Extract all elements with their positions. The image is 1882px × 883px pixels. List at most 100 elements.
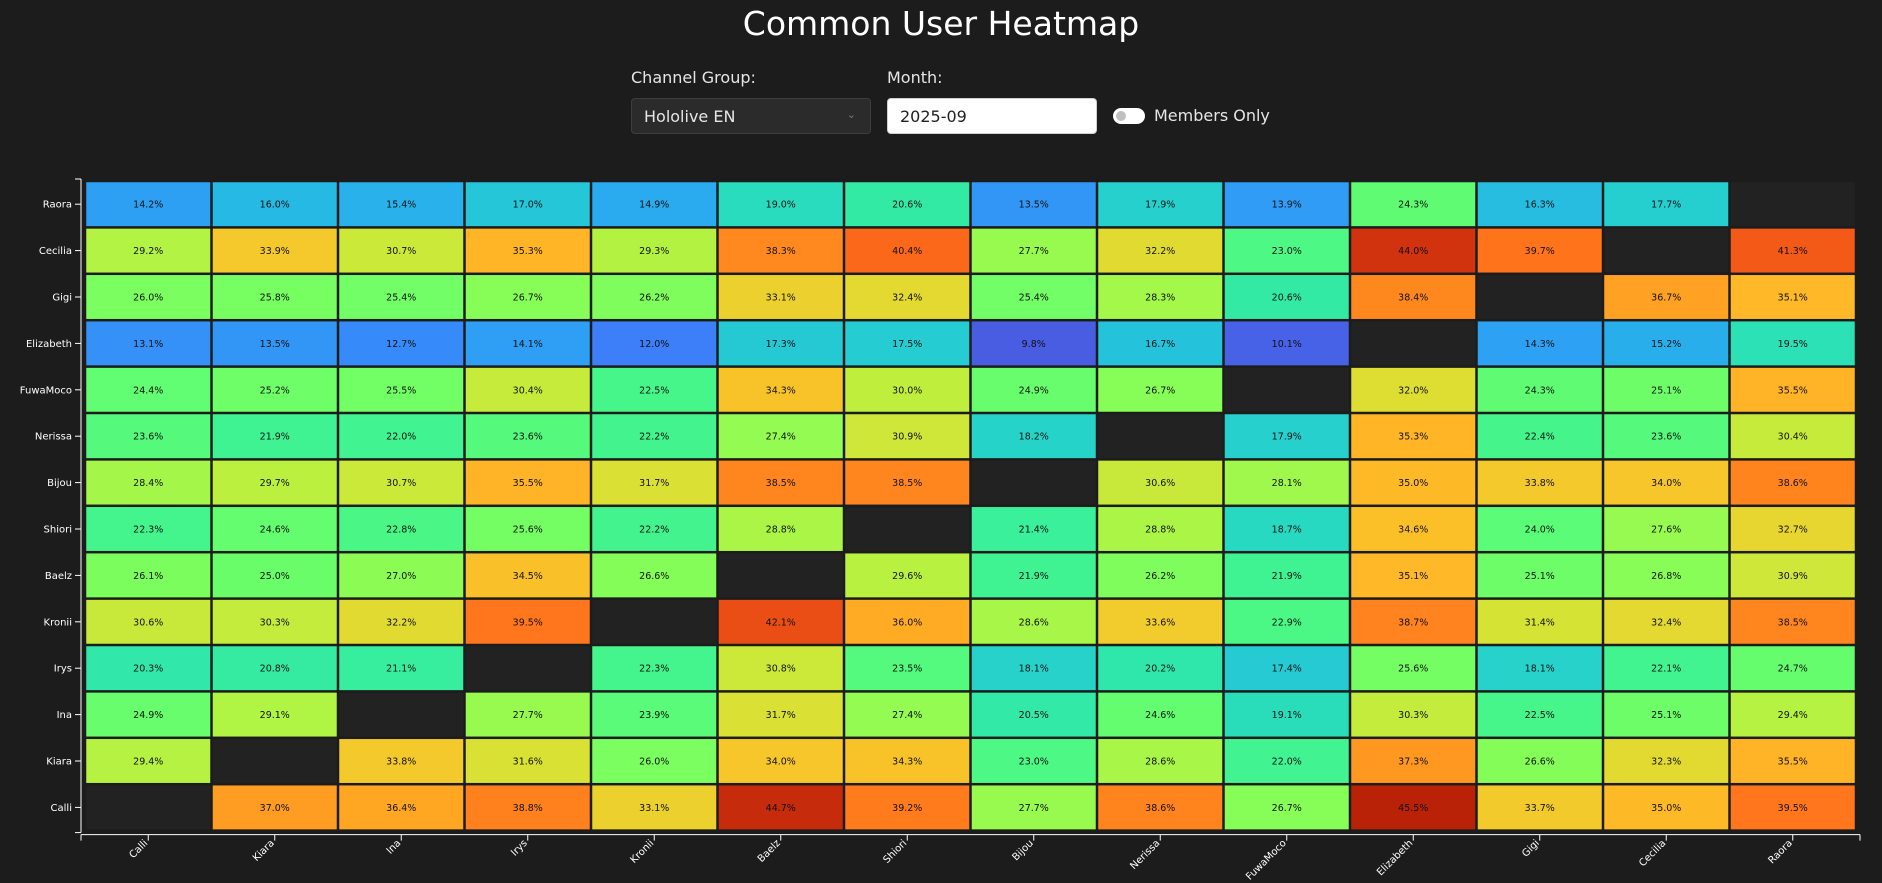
channel-group-label: Channel Group:	[631, 68, 756, 87]
cell-value-label: 13.5%	[1019, 200, 1049, 211]
cell-value-label: 37.0%	[260, 803, 290, 814]
cell-value-label: 26.2%	[639, 293, 669, 304]
y-tick-label: Bijou	[47, 478, 72, 489]
cell-value-label: 32.7%	[1778, 525, 1808, 536]
cell-value-label: 30.8%	[766, 664, 796, 675]
cell-value-label: 30.7%	[386, 478, 416, 489]
y-tick-label: Ina	[57, 710, 72, 721]
cell-value-label: 26.6%	[1525, 757, 1555, 768]
cell-value-label: 37.3%	[1398, 757, 1428, 768]
cell-value-label: 17.7%	[1651, 200, 1681, 211]
cell-value-label: 30.6%	[133, 617, 163, 628]
cell-value-label: 35.5%	[1778, 385, 1808, 396]
cell-value-label: 33.8%	[386, 757, 416, 768]
cell-value-label: 35.1%	[1778, 293, 1808, 304]
cell-value-label: 26.7%	[1272, 803, 1302, 814]
month-label: Month:	[887, 68, 943, 87]
heatmap-cell-empty	[592, 599, 717, 644]
cell-value-label: 38.5%	[766, 478, 796, 489]
cell-value-label: 39.5%	[513, 617, 543, 628]
cell-value-label: 35.3%	[513, 246, 543, 257]
heatmap-cell-empty	[339, 692, 464, 737]
cell-value-label: 38.3%	[766, 246, 796, 257]
cell-value-label: 25.1%	[1651, 385, 1681, 396]
cell-value-label: 30.3%	[260, 617, 290, 628]
cell-value-label: 30.4%	[513, 385, 543, 396]
x-tick-label: Elizabeth	[1375, 838, 1415, 878]
cell-value-label: 29.4%	[1778, 710, 1808, 721]
cell-value-label: 26.8%	[1651, 571, 1681, 582]
cell-value-label: 18.7%	[1272, 525, 1302, 536]
x-tick-label: Baelz	[756, 838, 783, 865]
cell-value-label: 44.0%	[1398, 246, 1428, 257]
cell-value-label: 26.7%	[513, 293, 543, 304]
x-tick-label: Bijou	[1011, 838, 1036, 863]
x-tick-label: Calli	[127, 838, 150, 861]
x-tick-label: Cecilia	[1637, 838, 1668, 869]
cell-value-label: 14.1%	[513, 339, 543, 350]
cell-value-label: 41.3%	[1778, 246, 1808, 257]
cell-value-label: 31.7%	[766, 710, 796, 721]
cell-value-label: 38.4%	[1398, 293, 1428, 304]
cell-value-label: 20.3%	[133, 664, 163, 675]
cell-value-label: 32.4%	[892, 293, 922, 304]
cell-value-label: 30.9%	[892, 432, 922, 443]
cell-value-label: 10.1%	[1272, 339, 1302, 350]
cell-value-label: 22.8%	[386, 525, 416, 536]
cell-value-label: 21.9%	[260, 432, 290, 443]
cell-value-label: 24.4%	[133, 385, 163, 396]
cell-value-label: 23.5%	[892, 664, 922, 675]
cell-value-label: 24.7%	[1778, 664, 1808, 675]
cell-value-label: 22.9%	[1272, 617, 1302, 628]
cell-value-label: 29.1%	[260, 710, 290, 721]
cell-value-label: 38.6%	[1778, 478, 1808, 489]
cell-value-label: 23.9%	[639, 710, 669, 721]
cell-value-label: 38.8%	[513, 803, 543, 814]
cell-value-label: 35.3%	[1398, 432, 1428, 443]
cell-value-label: 21.4%	[1019, 525, 1049, 536]
cell-value-label: 29.6%	[892, 571, 922, 582]
cell-value-label: 24.3%	[1525, 385, 1555, 396]
x-tick-label: Ina	[385, 838, 404, 857]
cell-value-label: 22.0%	[386, 432, 416, 443]
x-tick-label: Irys	[509, 838, 530, 859]
cell-value-label: 25.6%	[513, 525, 543, 536]
cell-value-label: 32.2%	[1145, 246, 1175, 257]
members-only-toggle[interactable]	[1113, 108, 1145, 124]
cell-value-label: 35.0%	[1651, 803, 1681, 814]
cell-value-label: 22.3%	[639, 664, 669, 675]
cell-value-label: 33.1%	[766, 293, 796, 304]
cell-value-label: 14.9%	[639, 200, 669, 211]
cell-value-label: 45.5%	[1398, 803, 1428, 814]
cell-value-label: 27.7%	[513, 710, 543, 721]
members-only-label: Members Only	[1154, 106, 1270, 125]
x-tick-label: Kiara	[251, 838, 277, 864]
cell-value-label: 28.8%	[1145, 525, 1175, 536]
heatmap-chart: 14.2% 16.0% 15.4% 17.0% 14.9% 19.0% 20.6% 13.5%…	[20, 178, 1861, 883]
cell-value-label: 15.4%	[386, 200, 416, 211]
cell-value-label: 30.3%	[1398, 710, 1428, 721]
cell-value-label: 28.8%	[766, 525, 796, 536]
y-tick-label: Baelz	[45, 571, 72, 582]
cell-value-label: 36.0%	[892, 617, 922, 628]
heatmap-cell-empty	[1351, 321, 1476, 366]
cell-value-label: 17.9%	[1272, 432, 1302, 443]
cell-value-label: 22.2%	[639, 525, 669, 536]
cell-value-label: 36.4%	[386, 803, 416, 814]
cell-value-label: 26.1%	[133, 571, 163, 582]
cell-value-label: 29.3%	[639, 246, 669, 257]
cell-value-label: 26.7%	[1145, 385, 1175, 396]
cell-value-label: 35.5%	[513, 478, 543, 489]
cell-value-label: 25.5%	[386, 385, 416, 396]
cell-value-label: 27.4%	[892, 710, 922, 721]
heatmap-cell-empty	[212, 739, 337, 783]
heatmap-cell-empty	[718, 553, 843, 598]
cell-value-label: 20.5%	[1019, 710, 1049, 721]
cell-value-label: 26.2%	[1145, 571, 1175, 582]
month-input[interactable]: 2025-09	[887, 98, 1097, 134]
cell-value-label: 14.3%	[1525, 339, 1555, 350]
cell-value-label: 30.6%	[1145, 478, 1175, 489]
cell-value-label: 28.4%	[133, 478, 163, 489]
heatmap-cell-empty	[1604, 228, 1729, 273]
channel-group-select[interactable]: Hololive EN ⌄	[631, 98, 871, 134]
